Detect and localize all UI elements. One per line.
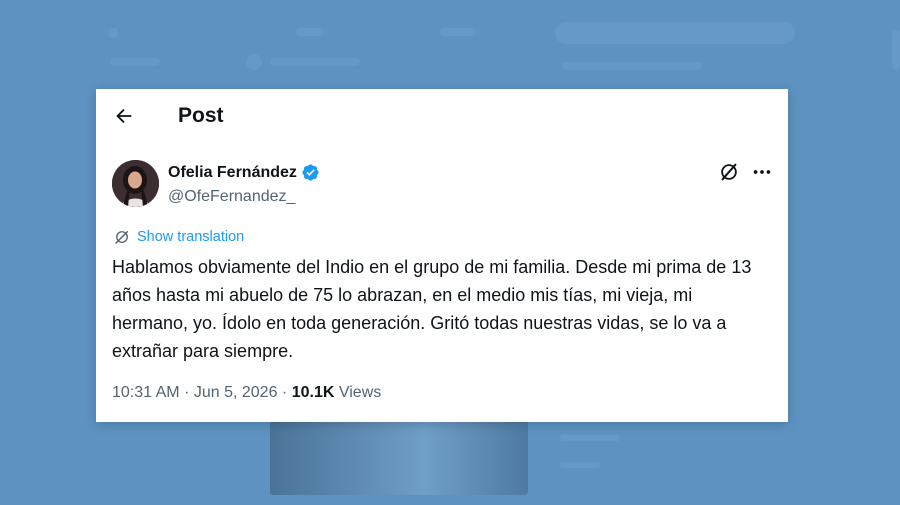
views-label: Views — [338, 384, 382, 401]
post-date[interactable]: Jun 5, 2026 — [194, 384, 278, 401]
more-icon[interactable] — [751, 161, 773, 183]
post-time[interactable]: 10:31 AM — [112, 384, 180, 401]
views-count: 10.1K — [291, 384, 335, 401]
separator: · — [184, 384, 190, 401]
post-card: Post Ofelia Fernández @OfeFernandez_ Sho… — [96, 89, 788, 422]
grok-icon[interactable] — [718, 161, 740, 183]
post-text: Hablamos obviamente del Indio en el grup… — [112, 257, 752, 361]
author-handle[interactable]: @OfeFernandez_ — [168, 188, 295, 206]
post-metadata: 10:31 AM · Jun 5, 2026 · 10.1K Views — [112, 384, 381, 402]
avatar[interactable] — [112, 160, 159, 207]
page-title: Post — [178, 104, 224, 127]
translate-icon — [115, 231, 128, 244]
verified-badge-icon — [302, 164, 319, 181]
show-translation-link[interactable]: Show translation — [113, 228, 244, 246]
author-name-text: Ofelia Fernández — [168, 163, 297, 181]
show-translation-label: Show translation — [137, 229, 245, 245]
back-arrow-icon[interactable] — [113, 105, 135, 127]
author-name[interactable]: Ofelia Fernández — [168, 163, 320, 182]
post-header: Post — [96, 89, 788, 145]
separator: · — [281, 384, 288, 401]
